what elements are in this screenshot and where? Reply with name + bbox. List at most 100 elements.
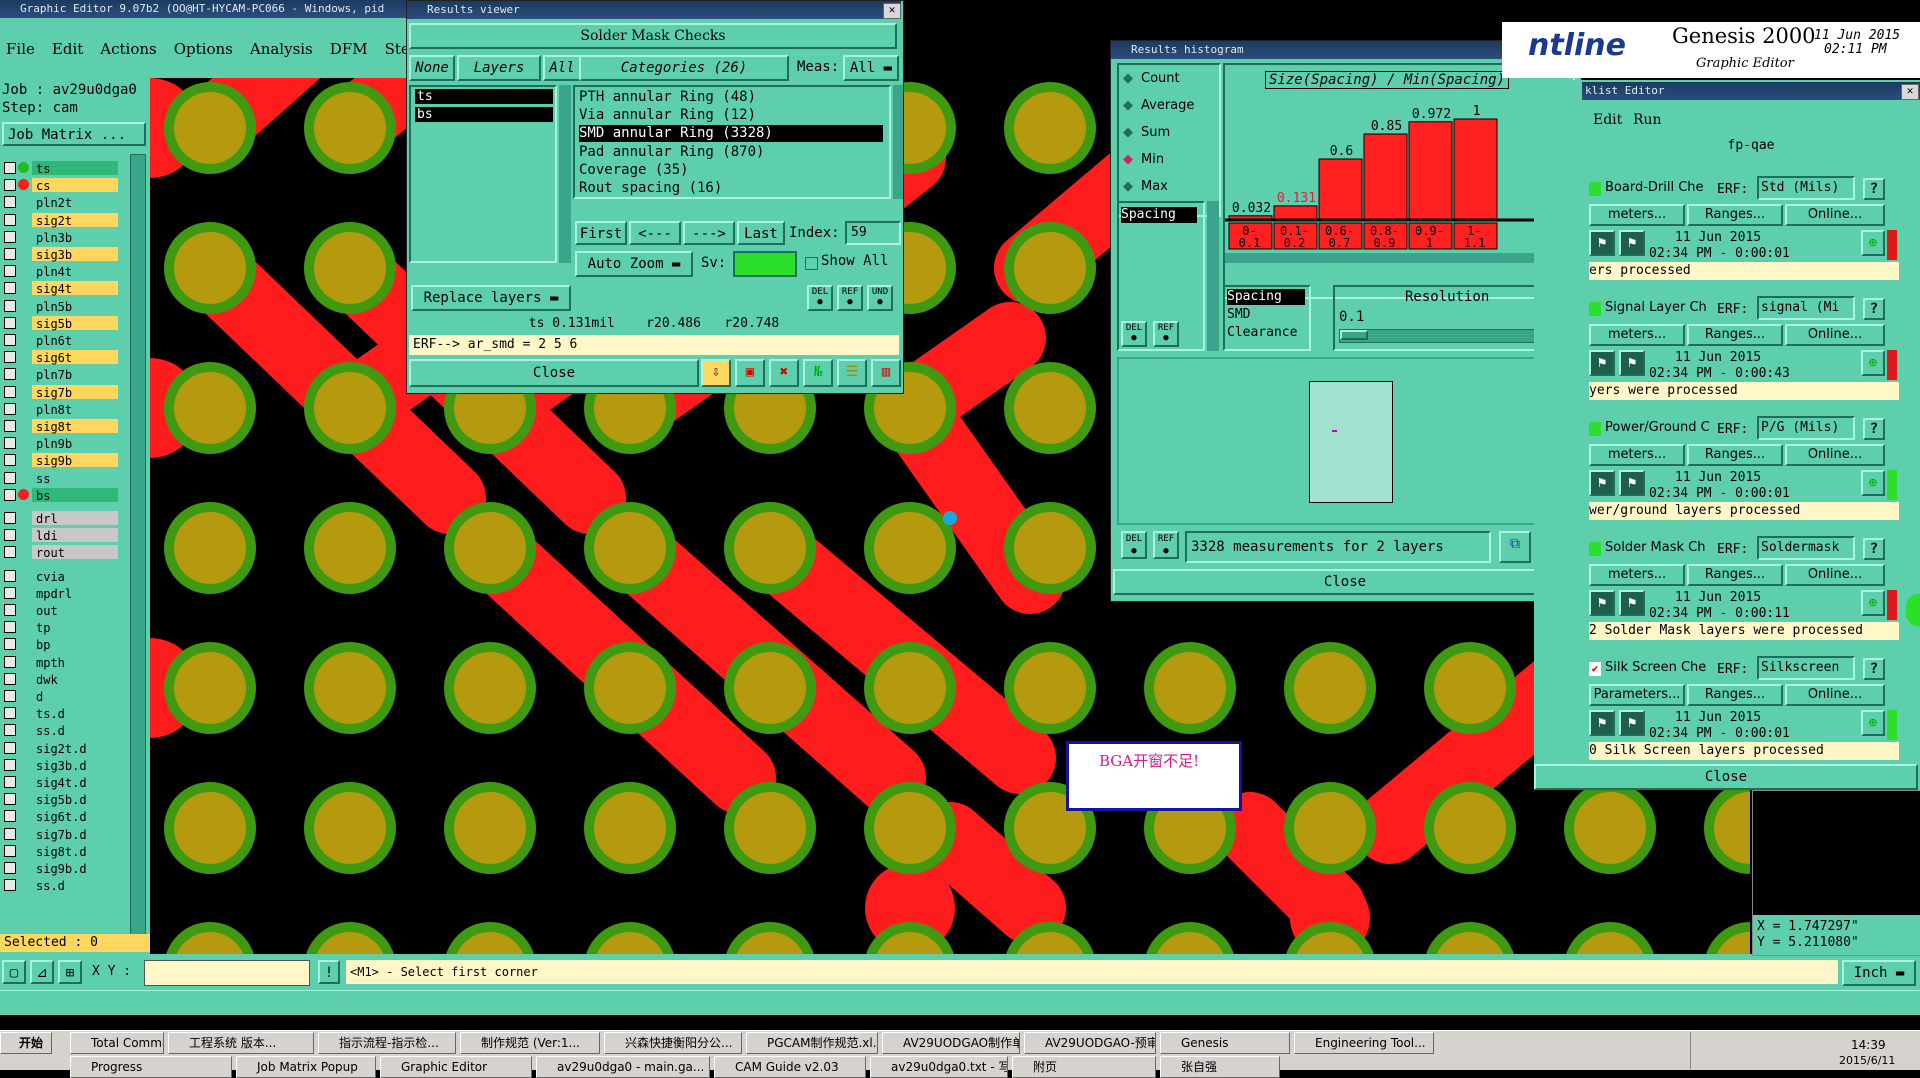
layer-checkbox[interactable] xyxy=(4,741,16,754)
ranges-button[interactable]: Ranges... xyxy=(1687,564,1783,586)
layer-checkbox[interactable] xyxy=(4,793,16,806)
layer-checkbox[interactable] xyxy=(4,351,16,364)
layer-row[interactable]: sig9b xyxy=(0,452,122,468)
first-button[interactable]: First xyxy=(575,221,627,245)
check-status-icon[interactable] xyxy=(1589,422,1601,436)
layer-checkbox[interactable] xyxy=(4,546,16,559)
layer-checkbox[interactable] xyxy=(4,334,16,346)
online-button[interactable]: Online... xyxy=(1785,684,1885,706)
layer-row[interactable]: d xyxy=(0,688,122,704)
layer-checkbox[interactable] xyxy=(4,282,16,295)
layer-checkbox[interactable] xyxy=(4,569,16,582)
rv-layer-item[interactable]: ts xyxy=(415,89,553,104)
layer-row[interactable]: pln3b xyxy=(0,229,122,245)
stat-option[interactable]: ◆ Min xyxy=(1123,152,1164,170)
del-icon[interactable]: DEL ● xyxy=(807,285,833,311)
checklist-menu-edit[interactable]: Edit xyxy=(1593,112,1622,128)
tool2-icon[interactable]: ⊿ xyxy=(30,960,54,984)
run-icon[interactable]: ⚑ xyxy=(1589,350,1615,376)
layer-checkbox[interactable] xyxy=(4,810,16,823)
last-button[interactable]: Last xyxy=(737,221,785,245)
parameters-button[interactable]: meters... xyxy=(1589,204,1685,226)
layer-row[interactable]: pln2t xyxy=(0,194,122,210)
layer-row[interactable]: ldi xyxy=(0,527,122,543)
undo-icon[interactable]: UND ● xyxy=(867,285,893,311)
next-button[interactable]: ---> xyxy=(683,221,735,245)
zoom-result-icon[interactable]: ⊕ xyxy=(1861,470,1885,496)
layer-row[interactable]: ss xyxy=(0,470,122,486)
layer-row[interactable]: cs xyxy=(0,177,122,193)
check-status-icon[interactable] xyxy=(1589,182,1601,196)
category-item[interactable]: SMD annular Ring (3328) xyxy=(579,125,883,143)
layer-checkbox[interactable] xyxy=(4,488,16,501)
run-icon[interactable]: ⚑ xyxy=(1589,590,1615,616)
task-button[interactable]: 指示流程-指示检... xyxy=(318,1032,456,1054)
task-button[interactable]: CAM Guide v2.03 xyxy=(714,1056,866,1078)
histogram-icon[interactable]: ▥ xyxy=(871,359,901,387)
task-button[interactable]: 工程系统 版本... xyxy=(168,1032,314,1054)
layer-checkbox[interactable] xyxy=(4,621,16,634)
layer-row[interactable]: sig3b.d xyxy=(0,757,122,773)
task-button[interactable]: Genesis xyxy=(1160,1032,1290,1054)
checklist-close-button[interactable]: Close xyxy=(1534,764,1918,790)
auto-zoom-select[interactable]: Auto Zoom ▬ xyxy=(575,251,693,277)
category-item[interactable]: Pad annular Ring (870) xyxy=(579,144,883,161)
menu-4[interactable]: Analysis xyxy=(250,40,313,58)
layer-row[interactable]: out xyxy=(0,602,122,618)
menu-2[interactable]: Actions xyxy=(100,40,156,58)
layer-checkbox[interactable] xyxy=(4,179,16,192)
help-button[interactable]: ? xyxy=(1863,298,1885,320)
prev-button[interactable]: <--- xyxy=(629,221,681,245)
layer-row[interactable]: pln4t xyxy=(0,263,122,279)
layer-row[interactable]: sig9b.d xyxy=(0,860,122,876)
layer-checkbox[interactable] xyxy=(4,385,16,398)
check-name[interactable]: Power/Ground C xyxy=(1605,420,1715,435)
results-viewer-titlebar[interactable]: Results viewer xyxy=(407,1,901,19)
task-button[interactable]: av29u0dga0.txt - 写... xyxy=(870,1056,1008,1078)
checklist-titlebar[interactable]: klist Editor xyxy=(1581,82,1920,100)
hist-del-icon[interactable]: DEL ● xyxy=(1121,321,1147,347)
check-status-icon[interactable] xyxy=(1589,542,1601,556)
layer-row[interactable]: sig6t xyxy=(0,349,122,365)
menu-5[interactable]: DFM xyxy=(330,40,368,58)
zoom-result-icon[interactable]: ⊕ xyxy=(1861,350,1885,376)
results-viewer-close-icon[interactable]: ✕ xyxy=(883,3,901,19)
layer-row[interactable]: mpth xyxy=(0,654,122,670)
export-icon[interactable]: ⇩ xyxy=(701,359,731,387)
layer-row[interactable]: bp xyxy=(0,636,122,652)
layer-checkbox[interactable] xyxy=(4,862,16,874)
zoom-in-icon[interactable]: ⧉ xyxy=(1499,531,1531,563)
help-button[interactable]: ? xyxy=(1863,538,1885,560)
layer-checkbox[interactable] xyxy=(4,316,16,329)
zoom-result-icon[interactable]: ⊕ xyxy=(1861,230,1885,256)
task-button[interactable]: Job Matrix Popup xyxy=(236,1056,376,1078)
layer-checkbox[interactable] xyxy=(4,299,16,312)
layer-row[interactable]: mpdrl xyxy=(0,585,122,601)
hist2-ref-icon[interactable]: REF ● xyxy=(1153,531,1179,559)
hist-list-scrollbar[interactable] xyxy=(1207,201,1219,351)
task-button[interactable]: 附页 xyxy=(1012,1056,1156,1078)
layer-checkbox[interactable] xyxy=(4,638,16,651)
layer-checkbox[interactable] xyxy=(4,162,16,174)
replace-layers-select[interactable]: Replace layers ▬ xyxy=(411,285,571,311)
layer-checkbox[interactable] xyxy=(4,213,16,226)
hist-close-button[interactable]: Close xyxy=(1113,569,1577,595)
layer-checkbox[interactable] xyxy=(4,655,16,668)
stat-option[interactable]: ◆ Sum xyxy=(1123,125,1170,143)
task-button[interactable]: Progress xyxy=(70,1056,232,1078)
check-status-icon[interactable] xyxy=(1589,302,1601,316)
layer-row[interactable]: tp xyxy=(0,619,122,635)
hist-bar[interactable] xyxy=(1453,118,1498,220)
layer-checkbox[interactable] xyxy=(4,368,16,381)
erf-select[interactable]: Silkscreen xyxy=(1757,656,1855,680)
task-button[interactable]: AV29UODGAO制作单... xyxy=(882,1032,1020,1054)
run-all-icon[interactable]: ⚑ xyxy=(1619,470,1645,496)
layer-row[interactable]: pln5b xyxy=(0,298,122,314)
ranges-button[interactable]: Ranges... xyxy=(1687,204,1783,226)
layer-checkbox[interactable] xyxy=(4,437,16,450)
layer-checkbox[interactable] xyxy=(4,604,16,616)
layer-row[interactable]: ts xyxy=(0,160,122,176)
layer-checkbox[interactable] xyxy=(4,402,16,415)
ranges-button[interactable]: Ranges... xyxy=(1687,684,1783,706)
task-button[interactable]: 兴森快捷衡阳分公... xyxy=(604,1032,742,1054)
